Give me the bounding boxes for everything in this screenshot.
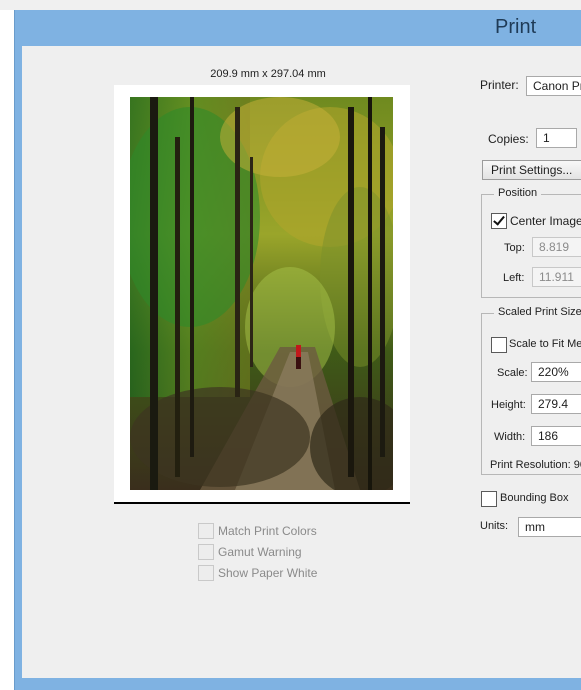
units-label: Units: bbox=[480, 520, 509, 532]
scale-to-fit-checkbox[interactable] bbox=[491, 337, 507, 353]
show-paper-white-checkbox bbox=[198, 565, 214, 581]
gamut-warning-label: Gamut Warning bbox=[218, 545, 302, 559]
top-label: Top: bbox=[504, 242, 525, 254]
dialog-body: 209.9 mm x 297.04 mm Match Print Colors … bbox=[22, 46, 581, 678]
gamut-warning-checkbox bbox=[198, 544, 214, 560]
position-group: Position Center Image Top: 8.819 Left: 1… bbox=[481, 187, 581, 298]
copies-label: Copies: bbox=[488, 132, 529, 146]
height-input[interactable]: 279.4 bbox=[531, 394, 581, 414]
bounding-box-checkbox[interactable] bbox=[481, 491, 497, 507]
show-paper-white-label: Show Paper White bbox=[218, 566, 318, 580]
left-input[interactable]: 11.911 bbox=[532, 267, 581, 287]
paper-edge bbox=[114, 502, 410, 504]
preview-image bbox=[130, 97, 393, 490]
title-bar[interactable]: Print bbox=[15, 10, 581, 46]
center-image-checkbox[interactable] bbox=[491, 213, 507, 229]
scale-to-fit-label: Scale to Fit Med bbox=[509, 338, 581, 350]
match-print-colors-label: Match Print Colors bbox=[218, 524, 317, 538]
printer-label: Printer: bbox=[480, 78, 519, 92]
print-dialog-window: Print 209.9 mm x 297.04 mm Match Print C… bbox=[14, 10, 581, 690]
units-select[interactable]: mm bbox=[518, 517, 581, 537]
forest-path-photo bbox=[130, 97, 393, 490]
scaled-print-size-title: Scaled Print Size bbox=[494, 306, 581, 318]
top-input[interactable]: 8.819 bbox=[532, 237, 581, 257]
desktop-strip bbox=[0, 0, 581, 10]
width-input[interactable]: 186 bbox=[531, 426, 581, 446]
printer-select[interactable]: Canon Pr bbox=[526, 76, 581, 96]
left-label: Left: bbox=[503, 272, 525, 284]
print-settings-button[interactable]: Print Settings... bbox=[482, 160, 581, 180]
position-group-title: Position bbox=[494, 187, 542, 199]
scale-input[interactable]: 220% bbox=[531, 362, 581, 382]
print-preview-paper[interactable] bbox=[114, 85, 410, 502]
copies-input[interactable]: 1 bbox=[536, 128, 577, 148]
match-print-colors-checkbox bbox=[198, 523, 214, 539]
height-label: Height: bbox=[491, 399, 526, 411]
scaled-print-size-group: Scaled Print Size Scale to Fit Med Scale… bbox=[481, 306, 581, 475]
width-label: Width: bbox=[494, 431, 526, 443]
paper-dimensions-label: 209.9 mm x 297.04 mm bbox=[210, 68, 326, 80]
scale-label: Scale: bbox=[497, 367, 528, 379]
bounding-box-label: Bounding Box bbox=[500, 492, 569, 504]
window-title: Print bbox=[495, 16, 537, 38]
print-resolution-label: Print Resolution: 90 bbox=[490, 459, 581, 471]
center-image-label: Center Image bbox=[510, 214, 581, 228]
